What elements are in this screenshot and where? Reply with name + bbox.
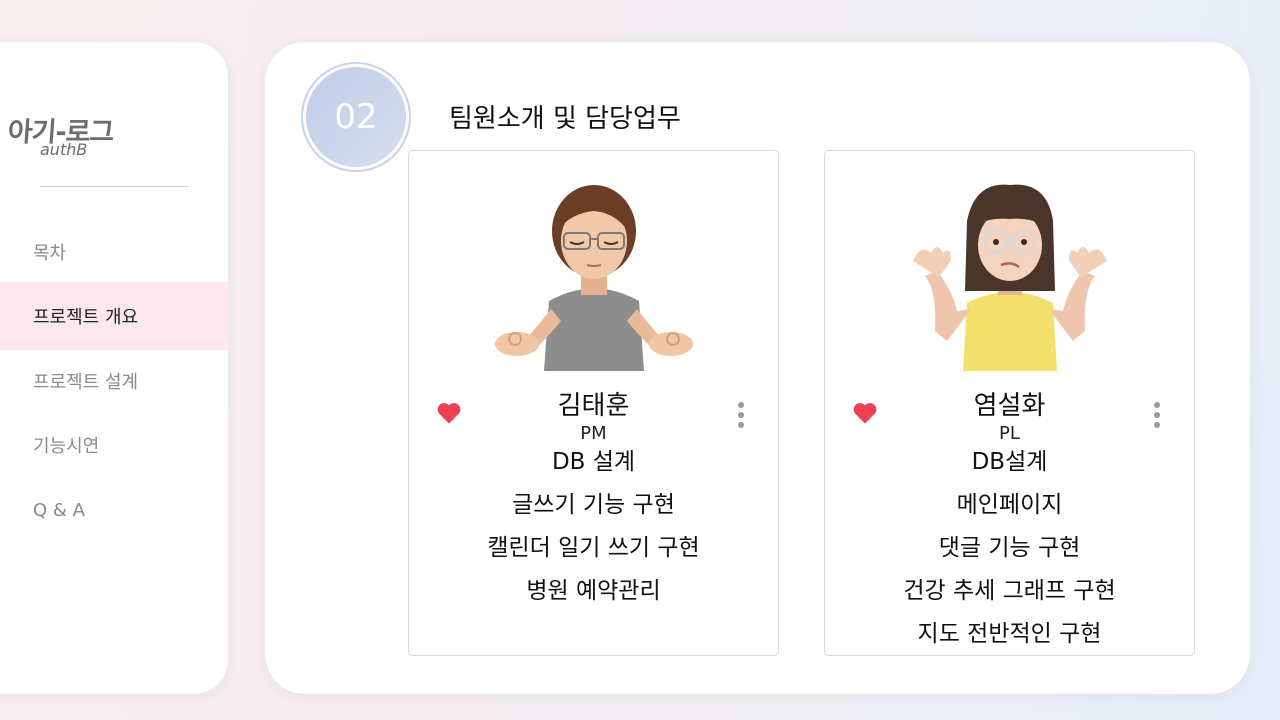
duty-item: 병원 예약관리	[526, 578, 661, 604]
member-role: PM	[580, 423, 607, 444]
nav-item-project-overview[interactable]: 프로젝트 개요	[0, 282, 228, 350]
duty-item: 글쓰기 기능 구현	[512, 492, 675, 518]
duty-item: DB설계	[971, 449, 1048, 475]
duty-item: 건강 추세 그래프 구현	[903, 578, 1116, 604]
member-name: 김태훈	[557, 391, 630, 421]
nav-item-contents[interactable]: 목차	[0, 218, 228, 286]
member-card: 염설화 PL DB설계 메인페이지 댓글 기능 구현 건강 추세 그래프 구현 …	[824, 150, 1195, 656]
nav-item-label: 프로젝트 설계	[33, 372, 139, 393]
main-panel: 02 팀원소개 및 담당업무 김태훈 PM DB 설계 글쓰기 기능 구현 캘린…	[265, 42, 1250, 694]
nav-item-label: 목차	[33, 243, 67, 264]
logo-divider	[40, 186, 188, 187]
nav-item-demo[interactable]: 기능시연	[0, 411, 228, 479]
section-number-badge: 02	[301, 62, 411, 172]
duty-item: 메인페이지	[956, 492, 1063, 518]
member-name: 염설화	[973, 391, 1046, 421]
member-card: 김태훈 PM DB 설계 글쓰기 기능 구현 캘린더 일기 쓰기 구현 병원 예…	[408, 150, 779, 656]
duty-list: DB설계 메인페이지 댓글 기능 구현 건강 추세 그래프 구현 지도 전반적인…	[825, 445, 1194, 660]
nav-item-qna[interactable]: Q & A	[0, 476, 228, 544]
memoji-woman-shrugging-icon	[913, 184, 1107, 371]
section-title: 팀원소개 및 담당업무	[449, 104, 681, 134]
nav-item-label: 기능시연	[33, 436, 100, 457]
duty-item: 지도 전반적인 구현	[917, 621, 1102, 647]
sidebar: 아기-로그 authB 목차 프로젝트 개요 프로젝트 설계 기능시연 Q & …	[0, 42, 228, 694]
member-role: PL	[999, 423, 1020, 444]
duty-item: 댓글 기능 구현	[938, 535, 1081, 561]
section-number: 02	[306, 67, 406, 167]
nav-item-label: 프로젝트 개요	[33, 307, 139, 328]
nav-item-label: Q & A	[33, 499, 85, 521]
duty-item: DB 설계	[551, 449, 636, 475]
duty-list: DB 설계 글쓰기 기능 구현 캘린더 일기 쓰기 구현 병원 예약관리	[409, 445, 778, 617]
logo-subtitle: authB	[40, 140, 88, 159]
memoji-man-meditating-icon	[495, 185, 693, 371]
nav-item-project-design[interactable]: 프로젝트 설계	[0, 347, 228, 415]
duty-item: 캘린더 일기 쓰기 구현	[487, 535, 700, 561]
